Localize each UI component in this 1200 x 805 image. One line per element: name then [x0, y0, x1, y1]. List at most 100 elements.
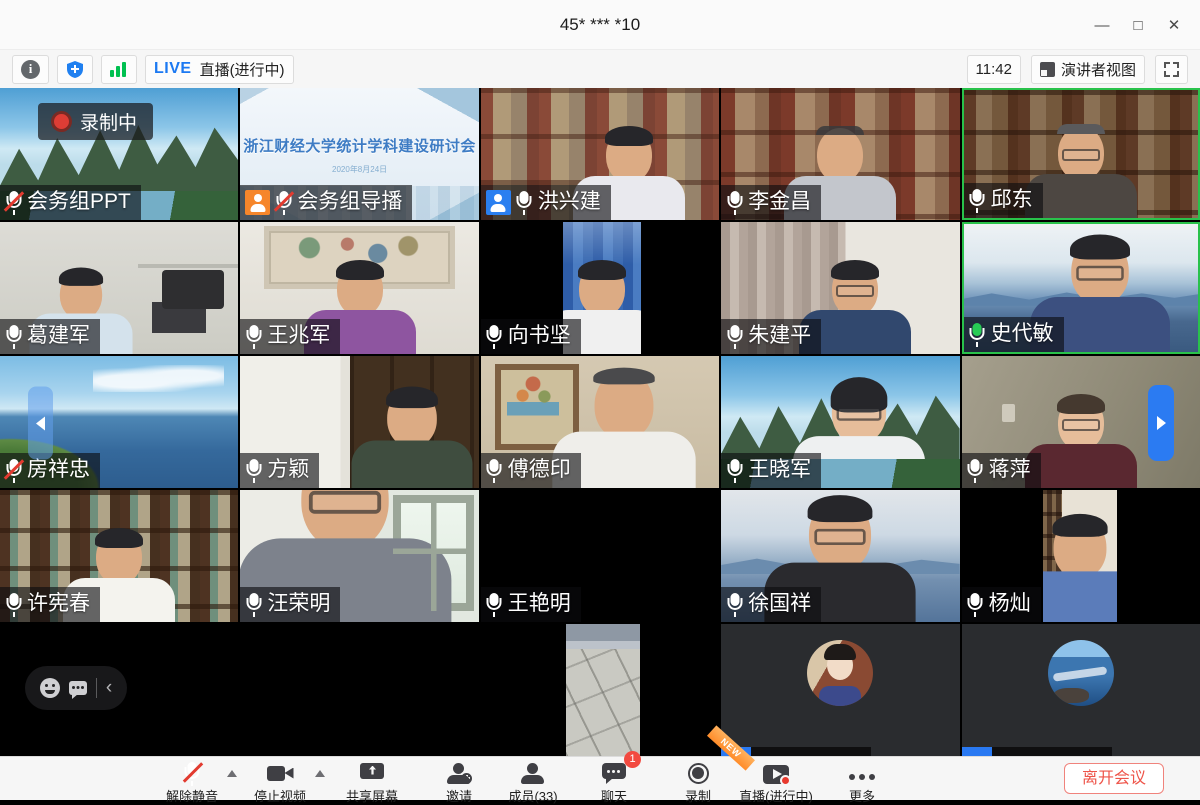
top-toolbar-left: LIVE 直播(进行中)	[12, 55, 294, 84]
share-screen-icon	[360, 763, 384, 784]
participant-name: 会务组PPT	[27, 191, 131, 213]
video-tile[interactable]	[481, 624, 719, 756]
mic-status-icon	[516, 190, 533, 215]
collapse-chevron-icon[interactable]: ‹	[106, 678, 112, 697]
stop-video-button[interactable]: 停止视频	[235, 758, 325, 800]
live-status-button[interactable]: LIVE 直播(进行中)	[145, 55, 294, 84]
leave-meeting-button[interactable]: 离开会议	[1064, 763, 1164, 794]
hair	[386, 386, 438, 408]
glasses	[1076, 266, 1124, 281]
mic-status-icon	[275, 190, 292, 215]
next-page-arrow[interactable]	[1148, 385, 1174, 461]
mic-status-icon	[245, 592, 262, 617]
participant-name-label: 葛建军	[0, 319, 100, 354]
mic-status-icon	[726, 324, 743, 349]
torso	[1025, 444, 1137, 488]
minimize-button[interactable]: —	[1084, 17, 1120, 34]
meeting-title: 45* *** *10	[0, 0, 1200, 50]
hair	[1052, 514, 1107, 537]
glasses	[815, 529, 866, 545]
participant-name-label: 许宪春	[0, 587, 100, 622]
unmute-button[interactable]: 解除静音	[147, 758, 237, 800]
members-button[interactable]: 成员(33)	[488, 758, 578, 800]
participant-name-label: 洪兴建	[481, 185, 611, 220]
participant-name-label: 李金昌	[721, 185, 821, 220]
profile-avatar	[807, 640, 873, 706]
video-tile[interactable]: 王晓军	[721, 356, 959, 488]
share-screen-label: 共享屏幕	[327, 786, 417, 805]
shield-icon	[66, 60, 84, 79]
window-controls: — □ ✕	[1084, 0, 1192, 50]
video-tile[interactable]: 浙江财经大学统计学科建设研讨会2020年8月24日 会务组导播	[240, 88, 478, 220]
mic-status-icon	[245, 458, 262, 483]
security-button[interactable]	[57, 55, 93, 84]
live-stream-icon	[763, 765, 789, 784]
members-icon	[521, 763, 545, 784]
participant-name: 方颖	[267, 459, 309, 481]
meeting-timer: 11:42	[967, 55, 1021, 84]
video-tile[interactable]: 杨灿	[962, 490, 1200, 622]
mic-status-icon	[726, 190, 743, 215]
video-tile[interactable]: 会务组PPT 录制中	[0, 88, 238, 220]
mic-status-icon	[969, 322, 986, 347]
video-tile[interactable]: 朱建平	[721, 222, 959, 354]
participant-name: 房祥忠	[27, 459, 90, 481]
participant-name: 史代敏	[991, 323, 1054, 345]
emoji-reaction-icon[interactable]	[40, 678, 60, 698]
close-button[interactable]: ✕	[1156, 16, 1192, 34]
video-tile[interactable]: 邱东	[962, 88, 1200, 220]
live-stream-button[interactable]: 直播(进行中)	[731, 758, 821, 800]
video-tile[interactable]: 王兆军	[240, 222, 478, 354]
stop-video-label: 停止视频	[235, 786, 325, 805]
more-button[interactable]: 更多	[817, 758, 907, 800]
record-label: 录制	[653, 786, 743, 805]
share-screen-button[interactable]: 共享屏幕	[327, 758, 417, 800]
video-tile[interactable]: 汪荣明	[240, 490, 478, 622]
chat-unread-badge: 1	[624, 751, 641, 768]
live-status-text: 直播(进行中)	[200, 59, 285, 80]
meeting-info-button[interactable]	[12, 55, 49, 84]
participant-name-label: 王艳明	[481, 587, 581, 622]
video-tile[interactable]: 徐国祥	[721, 490, 959, 622]
video-tile[interactable]: 许宪春	[0, 490, 238, 622]
reactions-bar: ‹	[25, 666, 127, 710]
fullscreen-button[interactable]	[1155, 55, 1188, 84]
video-tile[interactable]: 李金昌	[721, 88, 959, 220]
record-button[interactable]: 录制 NEW	[653, 758, 743, 800]
video-tile[interactable]	[240, 624, 478, 756]
video-tile[interactable]	[721, 624, 959, 756]
network-quality-button[interactable]	[101, 55, 137, 84]
video-options-caret[interactable]	[315, 770, 325, 777]
slide-date: 2020年8月24日	[332, 164, 387, 175]
participant-name-label: 会务组导播	[240, 185, 412, 220]
participant-name-label: 王晓军	[721, 453, 821, 488]
hair	[578, 260, 626, 280]
speaker-view-button[interactable]: 演讲者视图	[1031, 55, 1145, 84]
quick-chat-icon[interactable]	[69, 681, 87, 695]
title-bar: 45* *** *10 — □ ✕	[0, 0, 1200, 50]
glasses	[836, 285, 874, 297]
video-tile[interactable]	[962, 624, 1200, 756]
previous-page-arrow[interactable]	[28, 387, 53, 460]
torso	[1043, 571, 1117, 622]
mic-status-icon	[486, 592, 503, 617]
video-tile[interactable]: 葛建军	[0, 222, 238, 354]
participant-name-label: 傅德印	[481, 453, 581, 488]
video-tile[interactable]: 史代敏	[962, 222, 1200, 354]
maximize-button[interactable]: □	[1120, 17, 1156, 34]
video-tile[interactable]: 王艳明	[481, 490, 719, 622]
video-area: 会务组PPT 录制中 浙江财经大学统计学科建设研讨会2020年8月24日 会务组…	[0, 88, 1200, 756]
hair	[605, 126, 653, 146]
video-tile[interactable]: 向书坚	[481, 222, 719, 354]
chat-button[interactable]: 聊天 1	[569, 758, 659, 800]
hair	[59, 268, 103, 286]
video-tile[interactable]: 方颖	[240, 356, 478, 488]
video-tile[interactable]: 傅德印	[481, 356, 719, 488]
recording-text: 录制中	[80, 108, 137, 135]
bottom-toolbar: 解除静音 停止视频 共享屏幕 邀请 成员(33) 聊天 1 录制 NEW	[0, 756, 1200, 800]
mic-status-icon	[245, 324, 262, 349]
video-tile[interactable]: 洪兴建	[481, 88, 719, 220]
role-badge-icon	[245, 190, 270, 215]
mic-status-icon	[967, 458, 984, 483]
participant-name-label: 杨灿	[962, 587, 1041, 622]
